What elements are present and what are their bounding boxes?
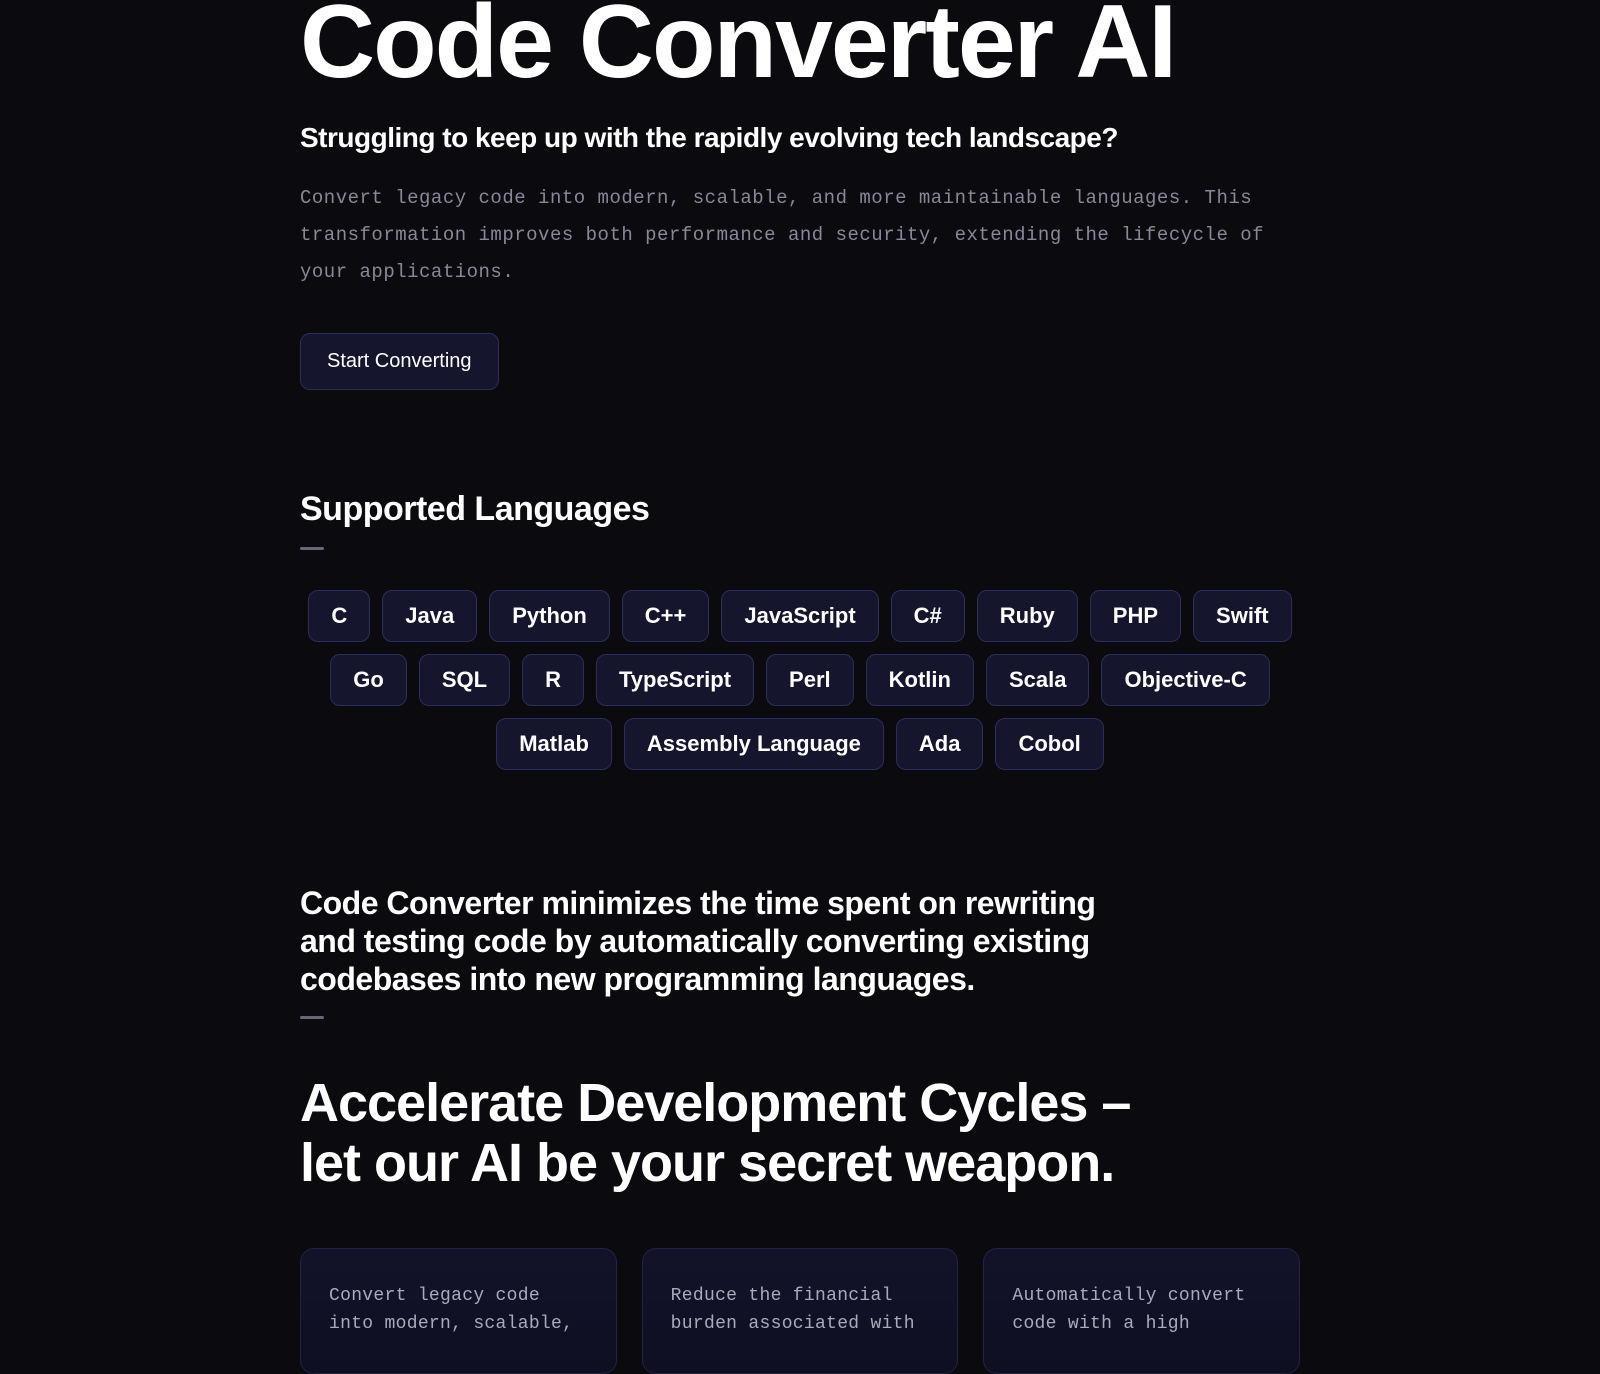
language-pill[interactable]: Matlab xyxy=(496,718,612,770)
page-title: Code Converter AI xyxy=(300,0,1300,94)
language-pill[interactable]: Assembly Language xyxy=(624,718,884,770)
benefits-headline-line: Accelerate Development Cycles – xyxy=(300,1073,1130,1133)
benefit-card: Reduce the financial burden associated w… xyxy=(642,1248,959,1374)
language-pill[interactable]: Perl xyxy=(766,654,854,706)
language-pill[interactable]: R xyxy=(522,654,584,706)
language-pill[interactable]: C# xyxy=(891,590,965,642)
benefit-card: Automatically convert code with a high xyxy=(983,1248,1300,1374)
language-pill[interactable]: C xyxy=(308,590,370,642)
divider xyxy=(300,547,324,550)
benefit-card-text: Automatically convert code with a high xyxy=(1012,1283,1271,1339)
language-pill[interactable]: Swift xyxy=(1193,590,1292,642)
benefits-intro: Code Converter minimizes the time spent … xyxy=(300,885,1110,998)
supported-languages-heading: Supported Languages xyxy=(300,490,1300,529)
benefit-card-text: Convert legacy code into modern, scalabl… xyxy=(329,1283,588,1339)
hero-description: Convert legacy code into modern, scalabl… xyxy=(300,180,1300,291)
benefits-headline: Accelerate Development Cycles – let our … xyxy=(300,1074,1300,1193)
divider xyxy=(300,1016,324,1019)
language-pill[interactable]: C++ xyxy=(622,590,710,642)
start-converting-button[interactable]: Start Converting xyxy=(300,333,499,390)
language-pill[interactable]: Python xyxy=(489,590,610,642)
language-pill[interactable]: Java xyxy=(382,590,477,642)
language-pill[interactable]: PHP xyxy=(1090,590,1181,642)
benefit-card: Convert legacy code into modern, scalabl… xyxy=(300,1248,617,1374)
language-pill[interactable]: JavaScript xyxy=(721,590,878,642)
language-pill[interactable]: Ada xyxy=(896,718,984,770)
language-pill[interactable]: Objective-C xyxy=(1101,654,1269,706)
language-pill[interactable]: Go xyxy=(330,654,407,706)
benefits-headline-line: let our AI be your secret weapon. xyxy=(300,1133,1114,1193)
language-pill[interactable]: TypeScript xyxy=(596,654,754,706)
benefit-card-text: Reduce the financial burden associated w… xyxy=(671,1283,930,1339)
language-pill[interactable]: SQL xyxy=(419,654,510,706)
language-pill[interactable]: Cobol xyxy=(995,718,1103,770)
benefit-cards-row: Convert legacy code into modern, scalabl… xyxy=(300,1248,1300,1374)
hero-subtitle: Struggling to keep up with the rapidly e… xyxy=(300,122,1300,154)
language-pill[interactable]: Scala xyxy=(986,654,1090,706)
language-pill[interactable]: Ruby xyxy=(977,590,1078,642)
language-list: CJavaPythonC++JavaScriptC#RubyPHPSwift Go… xyxy=(300,590,1300,770)
language-pill[interactable]: Kotlin xyxy=(866,654,974,706)
